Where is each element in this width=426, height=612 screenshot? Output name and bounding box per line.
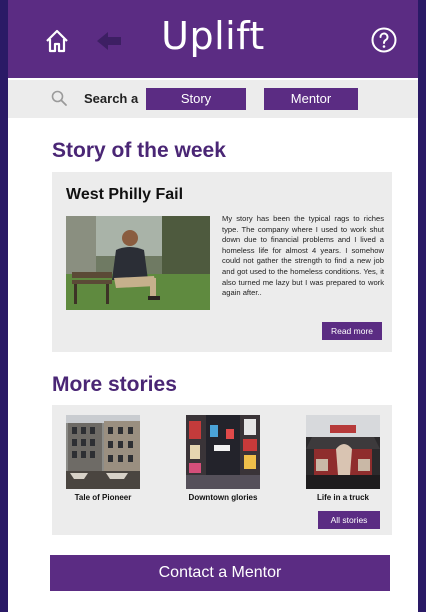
all-stories-button[interactable]: All stories xyxy=(318,511,380,529)
story-thumbnail-3[interactable] xyxy=(306,415,380,489)
story-thumbnail-2[interactable] xyxy=(186,415,260,489)
story-label-3[interactable]: Life in a truck xyxy=(291,493,395,502)
story-label-2[interactable]: Downtown glories xyxy=(171,493,275,502)
help-icon[interactable] xyxy=(370,26,398,54)
story-of-week-card[interactable]: West Philly Fail My story has been the t… xyxy=(52,172,392,352)
search-label: Search a xyxy=(84,91,139,106)
contact-mentor-button[interactable]: Contact a Mentor xyxy=(50,555,390,591)
story-title[interactable]: West Philly Fail xyxy=(66,186,183,204)
search-icon xyxy=(51,90,67,106)
story-label-1[interactable]: Tale of Pioneer xyxy=(51,493,155,502)
more-stories-title: More stories xyxy=(52,373,177,396)
search-bar: Search a Story Mentor xyxy=(8,80,418,118)
app-screen: Uplift Search a Story Mentor Story of th… xyxy=(8,0,418,612)
read-more-button[interactable]: Read more xyxy=(322,322,382,340)
more-stories-card: Tale of Pioneer Downtown glories Life in… xyxy=(52,405,392,535)
app-title: Uplift xyxy=(161,14,265,58)
search-story-button[interactable]: Story xyxy=(146,88,246,110)
story-photo xyxy=(66,216,210,310)
story-of-week-title: Story of the week xyxy=(52,139,226,162)
search-mentor-button[interactable]: Mentor xyxy=(264,88,358,110)
story-thumbnail-1[interactable] xyxy=(66,415,140,489)
story-excerpt: My story has been the typical rags to ri… xyxy=(222,214,384,298)
app-header: Uplift xyxy=(8,0,418,78)
